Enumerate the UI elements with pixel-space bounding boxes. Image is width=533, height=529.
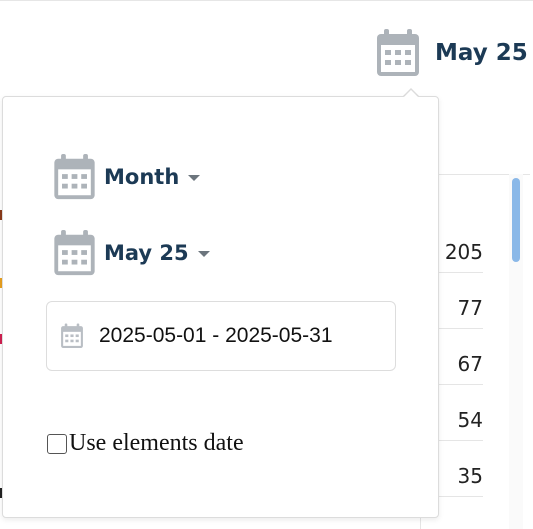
scrollbar-thumb[interactable] (512, 178, 520, 262)
calendar-icon (61, 323, 83, 348)
table-cell-value: 205 (444, 240, 483, 264)
calendar-icon (377, 29, 419, 76)
use-elements-date-label: Use elements date (69, 430, 244, 456)
period-picker-trigger[interactable]: May 25 (375, 28, 528, 78)
use-elements-date-checkbox[interactable] (47, 433, 67, 454)
calendar-icon (54, 153, 95, 200)
caret-down-icon (188, 175, 201, 181)
table-cell-value: 35 (457, 464, 483, 488)
top-divider (0, 0, 533, 1)
date-range-value: 2025-05-01 - 2025-05-31 (99, 324, 333, 347)
granularity-dropdown[interactable]: Month (52, 153, 201, 201)
table-cell-value: 67 (457, 352, 483, 376)
granularity-label: Month (104, 165, 180, 189)
page: May 25 205 77 67 54 35 Month May 25 2025… (0, 0, 533, 529)
table-cell-value: 54 (457, 408, 483, 432)
period-dropdown[interactable]: May 25 (52, 229, 210, 277)
period-label: May 25 (104, 241, 189, 265)
calendar-icon (54, 229, 95, 276)
caret-down-icon (197, 251, 210, 257)
popover-arrow-fill (403, 89, 419, 98)
use-elements-date-option[interactable]: Use elements date (47, 430, 244, 457)
table-cell-value: 77 (457, 296, 483, 320)
selected-period-label: May 25 (435, 40, 528, 66)
date-range-field[interactable]: 2025-05-01 - 2025-05-31 (46, 301, 396, 371)
